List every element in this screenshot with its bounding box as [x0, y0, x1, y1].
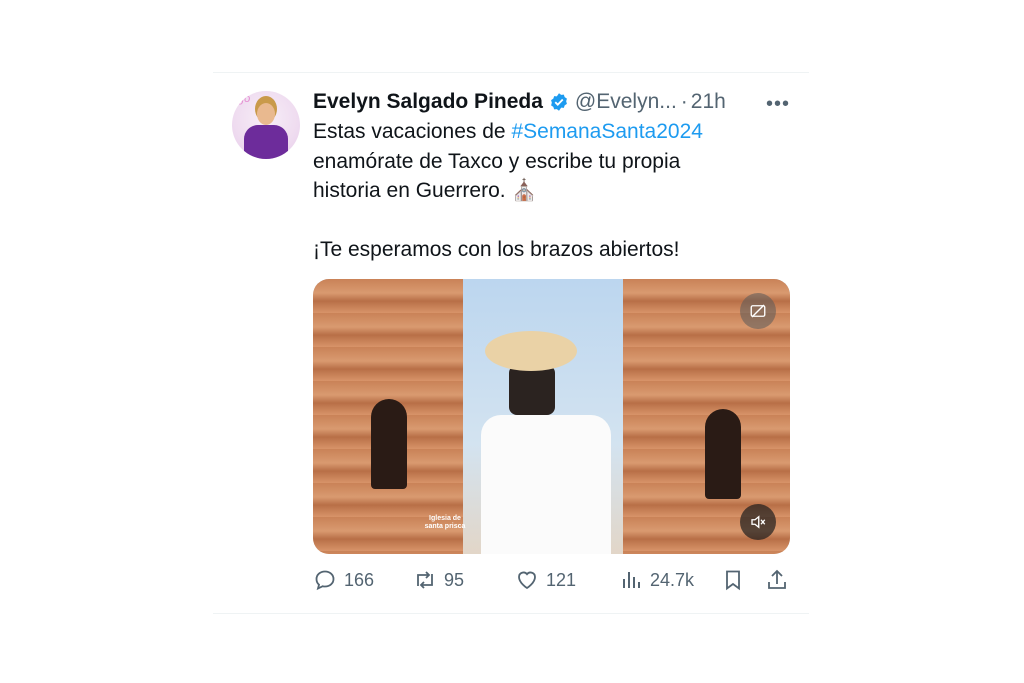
tweet-actions: 166 95 121 24.7k: [313, 567, 791, 593]
avatar[interactable]: go: [232, 91, 300, 159]
tweet-text: Estas vacaciones de #SemanaSanta2024 ena…: [313, 117, 783, 265]
avatar-body: [244, 125, 288, 159]
tweet-header: Evelyn Salgado Pineda @Evelyn... · 21h: [313, 89, 726, 115]
verified-badge-icon: [549, 92, 569, 112]
bell-left: [371, 399, 407, 489]
tweet-text-line-4: ¡Te esperamos con los brazos abiertos!: [313, 238, 680, 261]
tweet-text-prefix: Estas vacaciones de: [313, 120, 512, 143]
view-count: 24.7k: [650, 569, 695, 590]
views-icon: [623, 572, 640, 588]
heart-icon: [518, 571, 536, 590]
tweet-text-line-1: Estas vacaciones de #SemanaSanta2024: [313, 117, 783, 147]
reply-icon: [315, 570, 335, 591]
tweet-video[interactable]: Iglesia de santa prisca: [313, 279, 790, 554]
more-options-icon[interactable]: •••: [766, 93, 790, 116]
retweet-count: 95: [444, 569, 465, 590]
person-figure: [481, 415, 611, 554]
share-button[interactable]: [765, 568, 791, 592]
share-icon: [768, 569, 786, 589]
tweet-card[interactable]: go Evelyn Salgado Pineda @Evelyn... · 21…: [213, 72, 809, 614]
retweet-button[interactable]: 95: [413, 568, 515, 592]
tweet-time[interactable]: 21h: [691, 90, 726, 114]
retweet-icon: [417, 571, 433, 589]
tweet-text-line-2: enamórate de Taxco y escribe tu propia: [313, 149, 681, 173]
person-hat: [485, 331, 577, 371]
mute-icon[interactable]: [740, 504, 776, 540]
video-overlay-label: Iglesia de santa prisca: [424, 515, 466, 530]
reply-button[interactable]: 166: [313, 568, 413, 592]
avatar-graphic-text: go: [238, 93, 251, 105]
like-count: 121: [546, 569, 577, 590]
person-head: [509, 365, 555, 415]
author-handle[interactable]: @Evelyn...: [575, 90, 677, 114]
captions-icon[interactable]: [740, 293, 776, 329]
bookmark-icon: [726, 570, 740, 591]
bell-right: [705, 409, 741, 499]
views-button[interactable]: 24.7k: [619, 568, 721, 592]
reply-count: 166: [344, 569, 375, 590]
hashtag-link[interactable]: #SemanaSanta2024: [511, 120, 703, 143]
avatar-head: [257, 103, 275, 125]
author-name[interactable]: Evelyn Salgado Pineda: [313, 90, 543, 114]
dot-separator: ·: [680, 90, 688, 113]
like-button[interactable]: 121: [515, 568, 619, 592]
tweet-text-line-3: historia en Guerrero. ⛪: [313, 179, 538, 202]
bookmark-button[interactable]: [721, 568, 765, 592]
church-tower-left: [313, 279, 463, 554]
